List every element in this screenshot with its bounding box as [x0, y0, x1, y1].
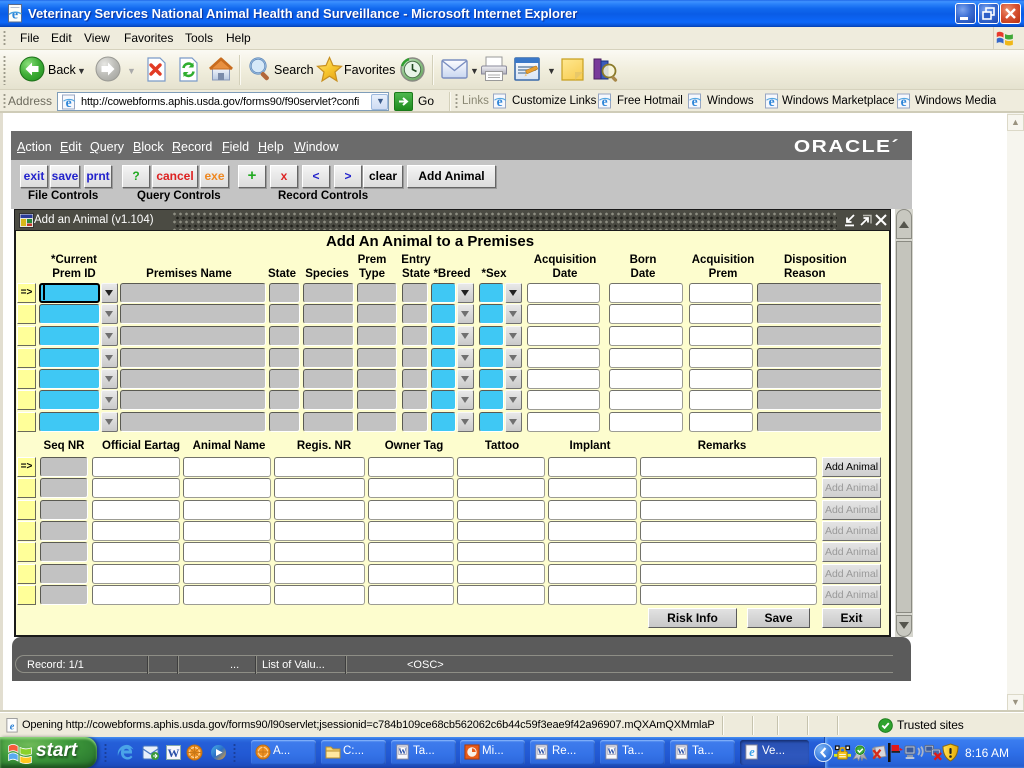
svg-text:e: e	[901, 94, 907, 109]
svg-text:W: W	[608, 747, 616, 756]
svg-text:W: W	[678, 747, 686, 756]
svg-text:e: e	[66, 95, 72, 110]
svg-text:e: e	[769, 94, 775, 109]
svg-text:e: e	[497, 94, 503, 109]
svg-text:e: e	[692, 94, 698, 109]
svg-text:e: e	[10, 721, 15, 732]
svg-text:e: e	[12, 8, 18, 23]
svg-text:W: W	[168, 746, 180, 760]
svg-text:W: W	[538, 747, 546, 756]
svg-text:W: W	[399, 747, 407, 756]
svg-text:e: e	[602, 94, 608, 109]
svg-text:e: e	[749, 745, 755, 759]
